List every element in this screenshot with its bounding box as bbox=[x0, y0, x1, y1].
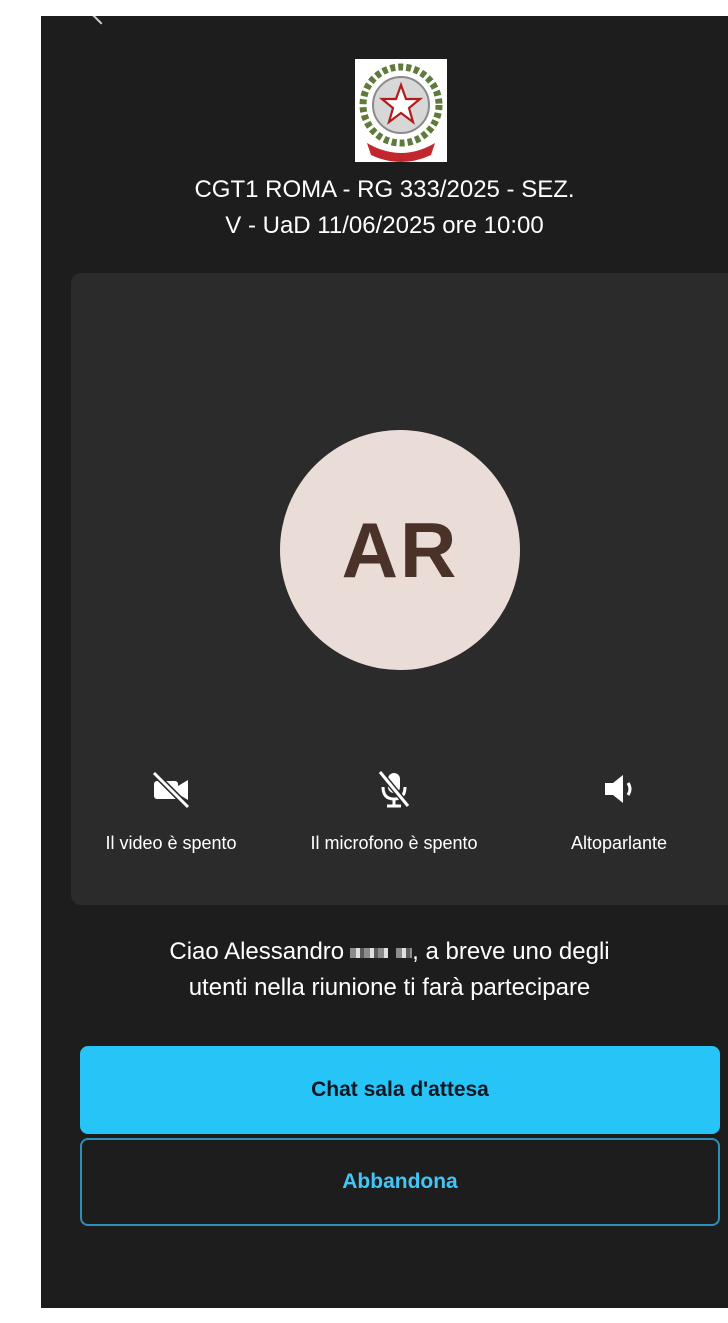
avatar: AR bbox=[280, 430, 520, 670]
waiting-room-chat-button[interactable]: Chat sala d'attesa bbox=[80, 1046, 720, 1134]
greeting-suffix: , a breve uno degli bbox=[412, 938, 610, 965]
video-off-icon bbox=[151, 770, 191, 809]
meeting-title-line2: V - UaD 11/06/2025 ore 10:00 bbox=[225, 212, 544, 239]
speaker-toggle-button[interactable]: Altoparlante bbox=[519, 769, 719, 854]
lobby-message: Ciao Alessandro , a breve uno degli utent… bbox=[51, 934, 728, 1006]
mic-off-icon bbox=[377, 770, 411, 808]
lobby-screen: CGT1 ROMA - RG 333/2025 - SEZ. V - UaD 1… bbox=[41, 16, 728, 1308]
republic-emblem bbox=[355, 59, 447, 162]
mic-toggle-button[interactable]: Il microfono è spento bbox=[279, 769, 509, 854]
lobby-message-line1: Ciao Alessandro , a breve uno degli bbox=[51, 934, 728, 970]
meeting-title-line1: CGT1 ROMA - RG 333/2025 - SEZ. bbox=[194, 176, 575, 203]
greeting-prefix: Ciao Alessandro bbox=[169, 938, 345, 965]
redacted-surname bbox=[350, 947, 389, 958]
speaker-label: Altoparlante bbox=[570, 833, 668, 853]
speaker-icon bbox=[605, 775, 632, 803]
redacted-surname-end bbox=[396, 947, 413, 958]
mic-status-label: Il microfono è spento bbox=[310, 833, 478, 853]
video-toggle-button[interactable]: Il video è spento bbox=[71, 769, 271, 854]
lobby-message-line2: utenti nella riunione ti farà partecipar… bbox=[188, 974, 591, 1001]
video-status-label: Il video è spento bbox=[105, 833, 237, 853]
meeting-title: CGT1 ROMA - RG 333/2025 - SEZ. V - UaD 1… bbox=[41, 172, 728, 244]
back-arrow-icon[interactable] bbox=[92, 16, 110, 25]
video-preview: AR Il video è spento Il microfono è spen… bbox=[71, 273, 728, 905]
leave-button[interactable]: Abbandona bbox=[80, 1138, 720, 1226]
